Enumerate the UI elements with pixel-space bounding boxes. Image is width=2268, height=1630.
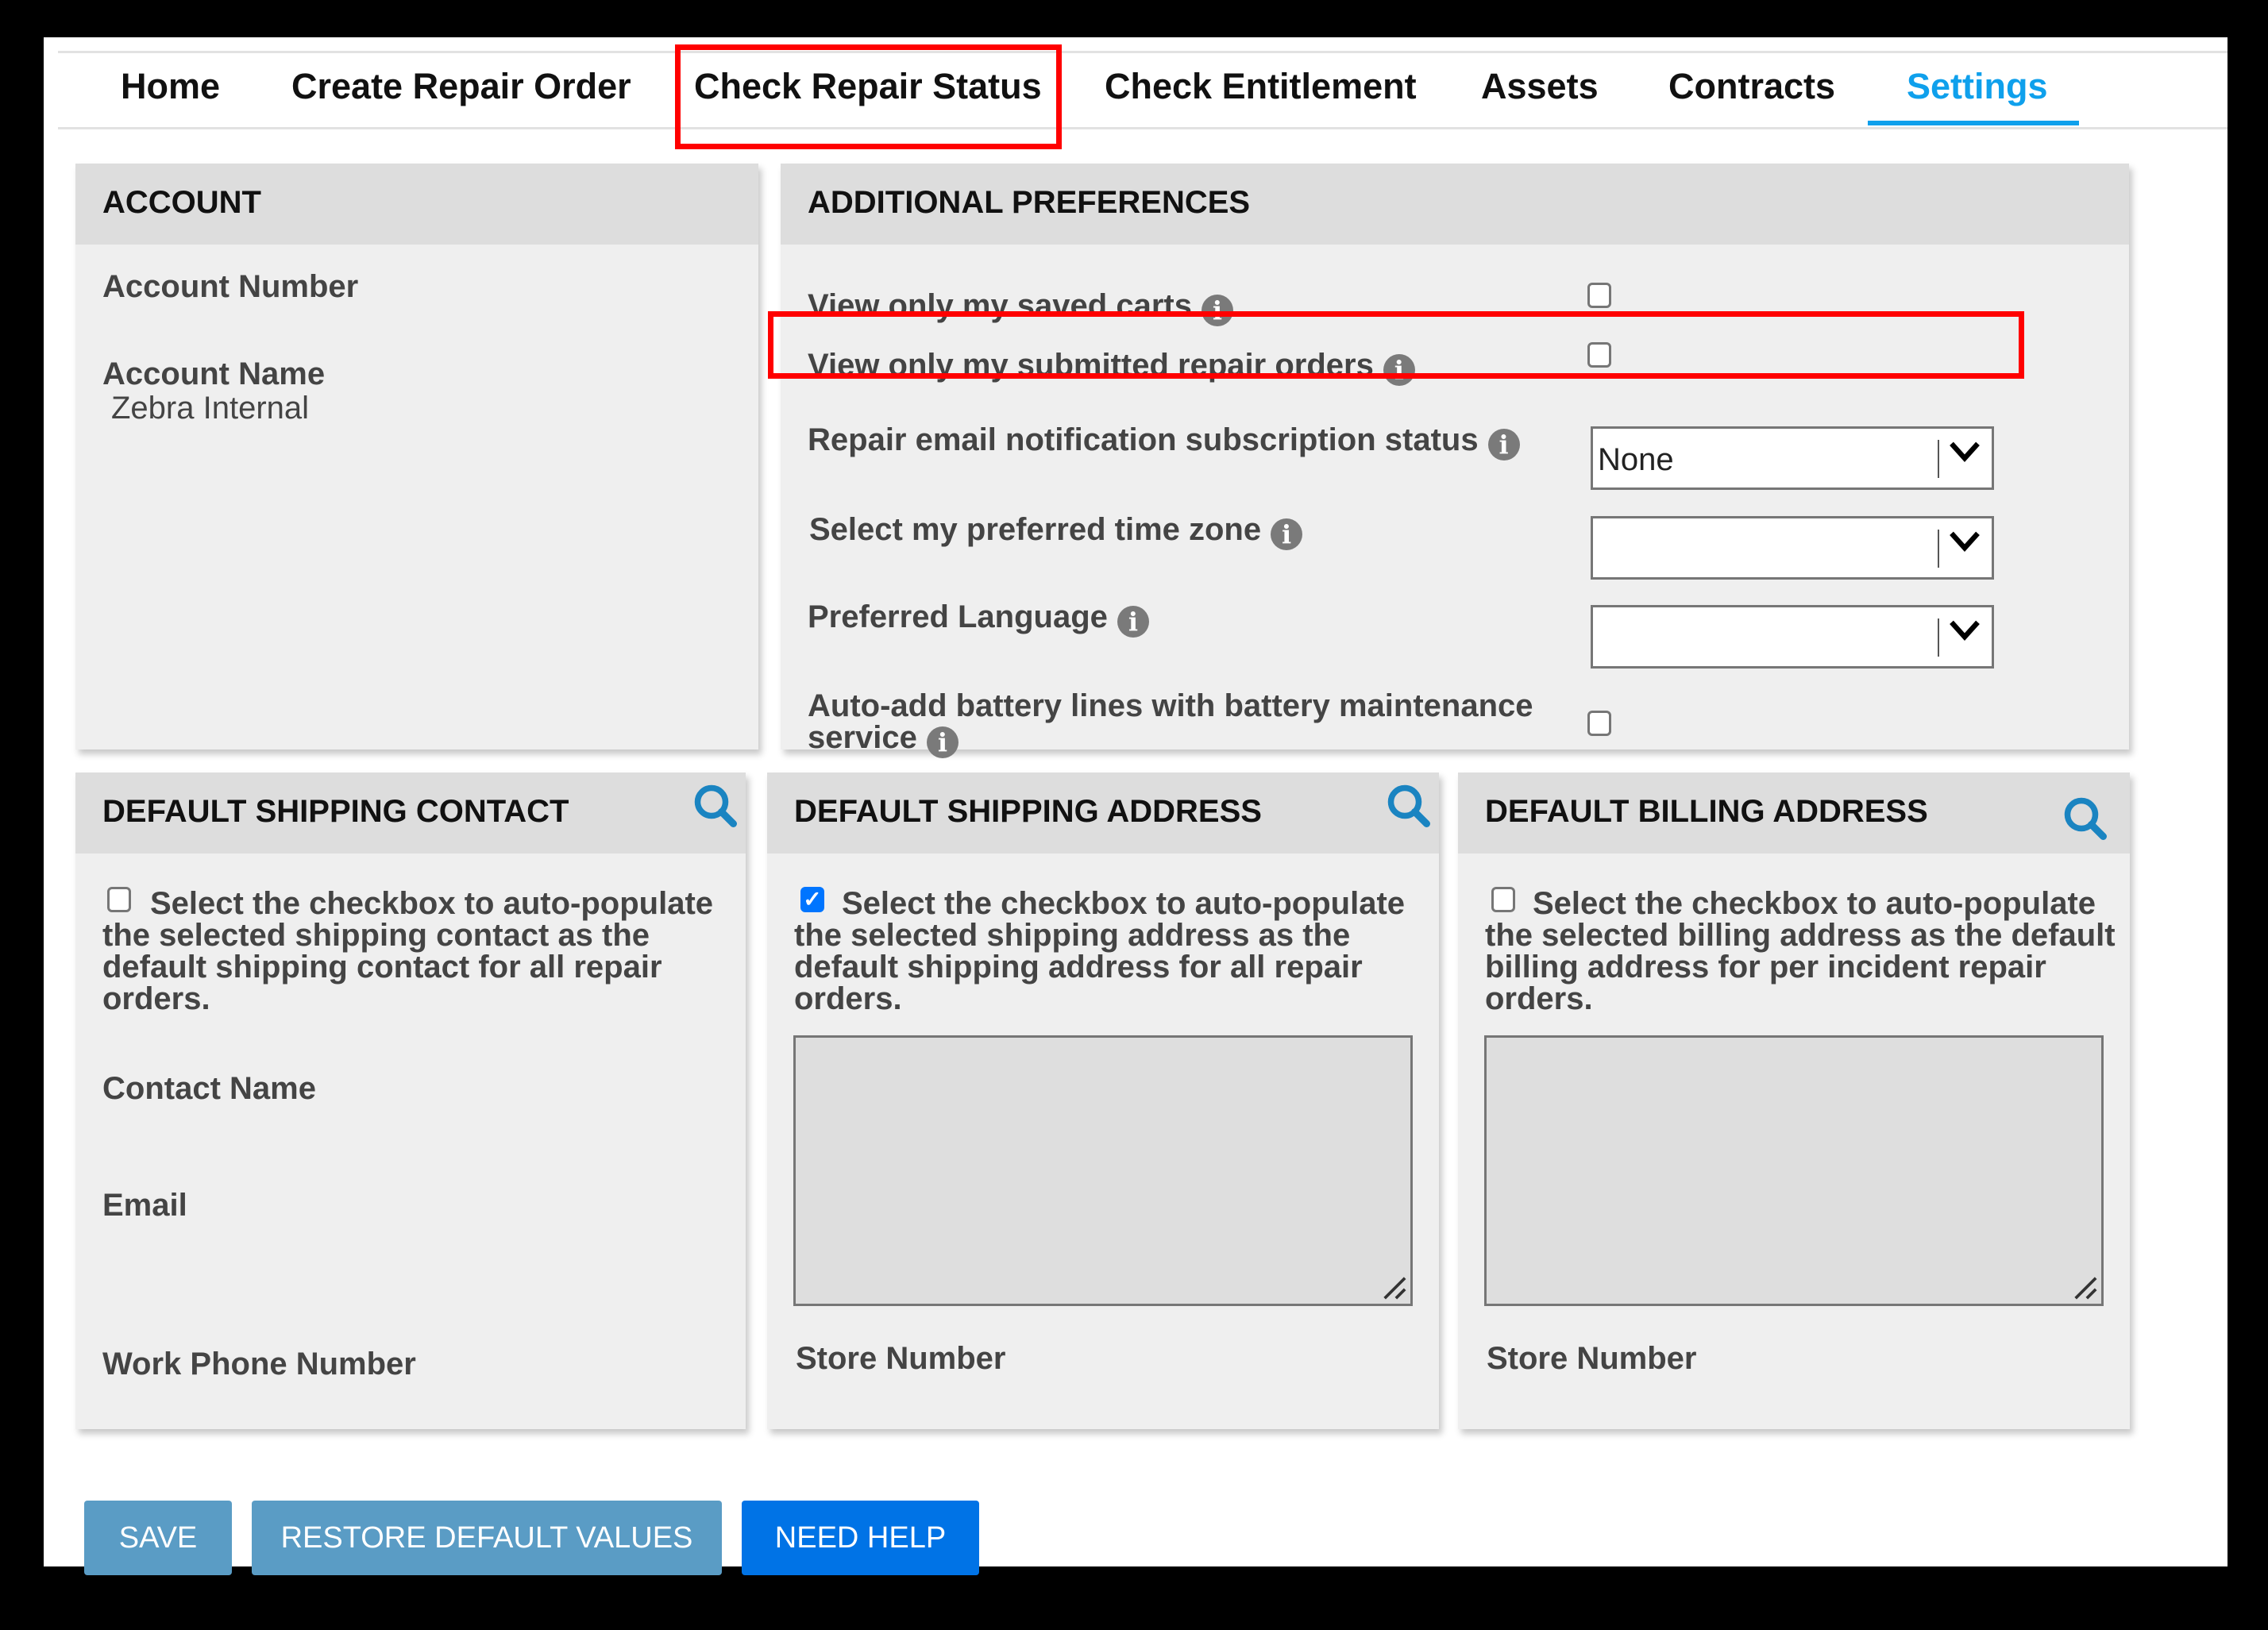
- billing-address-textarea[interactable]: [1484, 1035, 2104, 1306]
- submitted-orders-label: View only my submitted repair orders: [808, 348, 1374, 383]
- resize-grip-icon[interactable]: [1380, 1274, 1407, 1301]
- battery-checkbox[interactable]: [1587, 711, 1611, 736]
- select-divider: [1938, 440, 1939, 478]
- restore-default-values-button[interactable]: RESTORE DEFAULT VALUES: [252, 1501, 722, 1575]
- battery-label-line2: service: [808, 720, 917, 755]
- email-notification-row: Repair email notification subscription s…: [808, 422, 1520, 460]
- email-notification-label: Repair email notification subscription s…: [808, 422, 1479, 457]
- nav-bottom-divider: [58, 127, 2228, 129]
- shipping-contact-panel: DEFAULT SHIPPING CONTACT Select the chec…: [75, 773, 746, 1429]
- account-name-value: Zebra Internal: [111, 391, 310, 426]
- active-tab-indicator: [1868, 121, 2079, 125]
- store-number-label: Store Number: [796, 1341, 1006, 1376]
- shipping-address-header: DEFAULT SHIPPING ADDRESS: [767, 773, 1439, 854]
- search-icon[interactable]: [692, 782, 739, 830]
- additional-preferences-panel: ADDITIONAL PREFERENCES View only my save…: [781, 164, 2129, 758]
- info-icon[interactable]: i: [1487, 429, 1520, 460]
- battery-label-line1: Auto-add battery lines with battery main…: [808, 688, 1533, 723]
- shipping-contact-description: Select the checkbox to auto-populate the…: [102, 886, 714, 1016]
- language-select[interactable]: [1591, 605, 1994, 669]
- search-icon[interactable]: [2062, 795, 2109, 842]
- select-divider: [1938, 618, 1939, 657]
- shipping-address-panel: DEFAULT SHIPPING ADDRESS ✓ Select the ch…: [767, 773, 1439, 1429]
- resize-grip-icon[interactable]: [2071, 1274, 2098, 1301]
- tab-home[interactable]: Home: [121, 66, 220, 107]
- language-row: Preferred Language i: [808, 599, 1149, 638]
- billing-address-title: DEFAULT BILLING ADDRESS: [1485, 794, 1928, 829]
- tab-check-entitlement[interactable]: Check Entitlement: [1105, 66, 1417, 107]
- preferences-panel-title: ADDITIONAL PREFERENCES: [808, 185, 1251, 220]
- account-panel: ACCOUNT Account Number Account Name Zebr…: [75, 164, 758, 749]
- email-notification-select[interactable]: None: [1591, 426, 1994, 490]
- nav-top-divider: [58, 51, 2228, 53]
- preferences-panel-header: ADDITIONAL PREFERENCES: [781, 164, 2129, 245]
- work-phone-label: Work Phone Number: [102, 1347, 416, 1381]
- info-icon[interactable]: i: [926, 726, 958, 758]
- submitted-orders-checkbox[interactable]: [1587, 342, 1611, 368]
- shipping-address-description: Select the checkbox to auto-populate the…: [794, 886, 1406, 1016]
- tab-settings[interactable]: Settings: [1907, 66, 2048, 107]
- time-zone-select[interactable]: [1591, 516, 1994, 580]
- account-name-label: Account Name: [102, 356, 326, 391]
- info-icon[interactable]: i: [1271, 518, 1303, 550]
- tab-assets[interactable]: Assets: [1481, 66, 1599, 107]
- need-help-button[interactable]: NEED HELP: [742, 1501, 979, 1575]
- saved-carts-label: View only my saved carts: [808, 288, 1192, 323]
- chevron-down-icon: [1950, 441, 1980, 462]
- saved-carts-row: View only my saved carts i: [808, 288, 1233, 326]
- search-icon[interactable]: [1385, 782, 1433, 830]
- saved-carts-checkbox[interactable]: [1587, 283, 1611, 308]
- account-panel-header: ACCOUNT: [75, 164, 758, 245]
- store-number-label: Store Number: [1487, 1341, 1697, 1376]
- account-panel-title: ACCOUNT: [102, 185, 261, 220]
- tab-create-repair-order[interactable]: Create Repair Order: [291, 66, 631, 107]
- tab-check-repair-status[interactable]: Check Repair Status: [694, 66, 1042, 107]
- shipping-address-title: DEFAULT SHIPPING ADDRESS: [794, 794, 1262, 829]
- info-icon[interactable]: i: [1117, 606, 1149, 638]
- chevron-down-icon: [1950, 620, 1980, 641]
- email-notification-value: None: [1598, 442, 1674, 477]
- account-number-label: Account Number: [102, 269, 359, 304]
- time-zone-row: Select my preferred time zone i: [809, 512, 1303, 550]
- contact-name-label: Contact Name: [102, 1071, 316, 1106]
- shipping-address-textarea[interactable]: [793, 1035, 1413, 1306]
- save-button[interactable]: SAVE: [84, 1501, 232, 1575]
- select-divider: [1938, 530, 1939, 568]
- time-zone-label: Select my preferred time zone: [809, 512, 1262, 547]
- tab-contracts[interactable]: Contracts: [1668, 66, 1835, 107]
- billing-address-panel: DEFAULT BILLING ADDRESS Select the check…: [1458, 773, 2130, 1429]
- submitted-orders-row: View only my submitted repair orders i: [808, 348, 1415, 386]
- language-label: Preferred Language: [808, 599, 1108, 634]
- info-icon[interactable]: i: [1383, 354, 1415, 386]
- shipping-contact-title: DEFAULT SHIPPING CONTACT: [102, 794, 569, 829]
- battery-row: Auto-add battery lines with battery main…: [808, 690, 1533, 758]
- billing-address-header: DEFAULT BILLING ADDRESS: [1458, 773, 2130, 854]
- info-icon[interactable]: i: [1201, 295, 1233, 326]
- shipping-contact-header: DEFAULT SHIPPING CONTACT: [75, 773, 746, 854]
- email-label: Email: [102, 1188, 187, 1223]
- settings-page: Home Create Repair Order Check Repair St…: [44, 37, 2228, 1575]
- billing-address-description: Select the checkbox to auto-populate the…: [1485, 886, 2116, 1016]
- chevron-down-icon: [1950, 531, 1980, 552]
